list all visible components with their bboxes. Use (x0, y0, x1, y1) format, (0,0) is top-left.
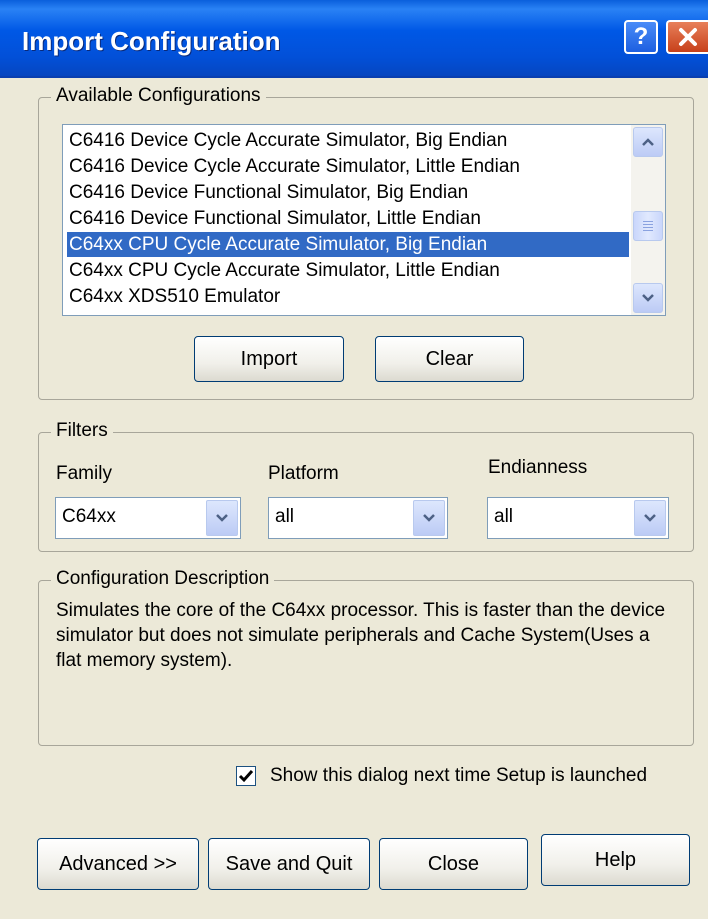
close-title-button[interactable] (666, 20, 708, 54)
save-and-quit-button[interactable]: Save and Quit (208, 838, 370, 890)
close-button[interactable]: Close (379, 838, 528, 890)
platform-dropdown-button[interactable] (413, 500, 445, 536)
family-select-value: C64xx (62, 506, 116, 527)
family-label: Family (56, 463, 112, 484)
import-configuration-dialog: Import Configuration ? Available Configu… (0, 0, 708, 919)
list-item[interactable]: C6416 Device Cycle Accurate Simulator, B… (67, 128, 629, 153)
family-select[interactable]: C64xx (55, 497, 241, 539)
chevron-down-icon (642, 294, 654, 302)
family-dropdown-button[interactable] (206, 500, 238, 536)
configuration-description-legend: Configuration Description (51, 568, 275, 590)
list-item[interactable]: C6416 Device Functional Simulator, Littl… (67, 206, 629, 231)
show-dialog-checkbox[interactable] (236, 766, 256, 786)
platform-select-value: all (275, 506, 295, 527)
list-item[interactable]: C64xx CPU Cycle Accurate Simulator, Litt… (67, 258, 629, 283)
window-title: Import Configuration (22, 26, 281, 56)
list-item[interactable]: C64xx CPU Cycle Accurate Simulator, Big … (67, 232, 629, 257)
list-scrollbar[interactable] (631, 125, 665, 315)
endianness-label: Endianness (488, 457, 588, 478)
help-button[interactable]: Help (541, 834, 690, 886)
platform-select[interactable]: all (268, 497, 448, 539)
checkmark-icon (238, 770, 254, 783)
import-button[interactable]: Import (194, 336, 344, 382)
advanced-button[interactable]: Advanced >> (37, 838, 199, 890)
clear-button[interactable]: Clear (375, 336, 524, 382)
endianness-select[interactable]: all (487, 497, 669, 539)
configurations-list[interactable]: C6416 Device Cycle Accurate Simulator, B… (62, 124, 666, 316)
scroll-up-button[interactable] (633, 127, 663, 157)
show-dialog-label[interactable]: Show this dialog next time Setup is laun… (270, 765, 647, 787)
endianness-select-value: all (494, 506, 514, 527)
chevron-up-icon (642, 138, 654, 146)
chevron-down-icon (644, 514, 656, 522)
platform-label: Platform (268, 463, 339, 484)
list-item[interactable]: C6416 Device Cycle Accurate Simulator, L… (67, 154, 629, 179)
chevron-down-icon (216, 514, 228, 522)
list-item[interactable]: C6416 Device Functional Simulator, Big E… (67, 180, 629, 205)
scroll-thumb[interactable] (633, 211, 663, 241)
list-item[interactable]: C64xx XDS510 Emulator (67, 284, 629, 309)
endianness-dropdown-button[interactable] (634, 500, 666, 536)
filters-legend: Filters (51, 420, 113, 442)
chevron-down-icon (423, 514, 435, 522)
title-bar[interactable]: Import Configuration ? (0, 0, 708, 78)
help-title-button[interactable]: ? (624, 20, 658, 54)
available-configurations-legend: Available Configurations (51, 85, 266, 107)
close-icon (679, 28, 697, 46)
configuration-description-text: Simulates the core of the C64xx processo… (56, 600, 666, 671)
question-mark-icon: ? (633, 23, 649, 50)
scroll-down-button[interactable] (633, 283, 663, 313)
